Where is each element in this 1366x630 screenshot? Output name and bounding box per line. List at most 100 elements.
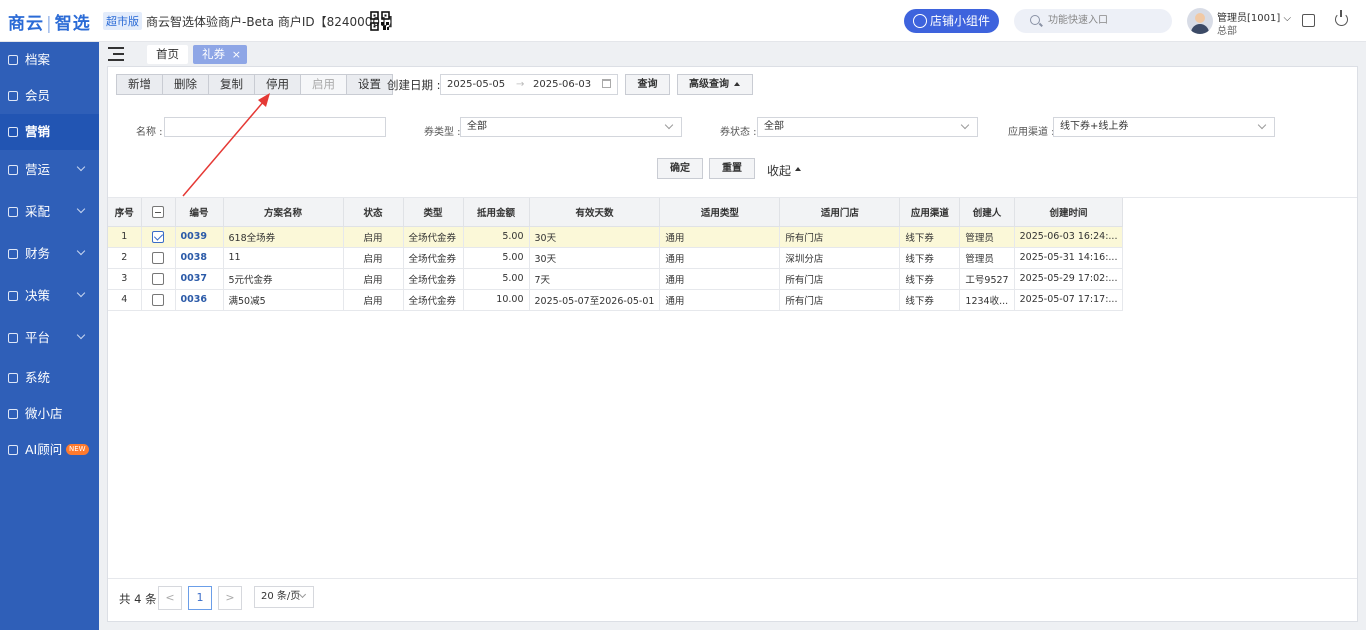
menu-icon [8,249,18,259]
coupon-type-value: 全部 [467,121,487,132]
main-panel: 新增 删除 复制 停用 启用 设置 创建日期 : 2025-05-05 → 20… [107,66,1358,622]
col-validity[interactable]: 有效天数 [529,198,661,227]
col-channel[interactable]: 应用渠道 [899,198,961,227]
row-checkbox[interactable] [152,293,164,306]
query-button[interactable]: 查询 [625,74,670,95]
logout-icon[interactable] [1335,10,1348,26]
cell-code: 0037 [175,268,224,290]
cell-name: 5元代金券 [223,268,344,290]
sidebar-item-4[interactable]: 采配 [0,194,99,230]
menu-toggle-icon[interactable] [108,47,124,61]
menu-icon [8,55,18,65]
channel-label: 应用渠道 : [1008,127,1055,138]
advanced-query-label: 高级查询 [689,79,729,90]
tab-coupon[interactable]: 礼券 × [193,45,247,64]
settings-button[interactable]: 设置 [347,75,392,94]
row-select-cell[interactable] [141,226,176,248]
advanced-query-button[interactable]: 高级查询 [677,74,753,95]
tab-home[interactable]: 首页 [147,45,188,64]
sidebar-item-6[interactable]: 决策 [0,278,99,314]
user-avatar[interactable] [1187,8,1213,34]
cell-created: 2025-05-29 17:02:... [1014,268,1124,290]
name-input[interactable] [164,117,386,137]
confirm-button[interactable]: 确定 [657,158,703,179]
menu-icon [8,291,18,301]
close-icon[interactable]: × [232,45,241,64]
row-select-cell[interactable] [141,268,176,290]
cell-type: 全场代金券 [403,247,464,269]
cell-status: 启用 [343,226,404,248]
caret-up-icon [734,82,740,86]
sidebar-item-0[interactable]: 档案 [0,42,99,78]
table-row[interactable]: 4 0036 满50减5 启用 全场代金券 10.00 2025-05-07至2026-05… [108,289,1124,311]
col-code[interactable]: 编号 [175,198,224,227]
sidebar-item-5[interactable]: 财务 [0,236,99,272]
col-created[interactable]: 创建时间 [1014,198,1124,227]
col-type[interactable]: 类型 [403,198,464,227]
cell-validity: 2025-05-07至2026-05-01 [529,289,661,311]
table-row[interactable]: 1 0039 618全场券 启用 全场代金券 5.00 30天 通用 所有门店 线下券 管理员 202… [108,226,1124,248]
col-select-all[interactable] [141,198,176,227]
disable-button[interactable]: 停用 [255,75,301,94]
sidebar-item-label: 营销 [25,124,51,139]
row-checkbox[interactable] [152,230,164,243]
date-end[interactable]: 2025-06-03 [533,75,591,94]
reset-button[interactable]: 重置 [709,158,755,179]
channel-select[interactable]: 线下券+线上券 [1053,117,1275,137]
action-toolbar: 新增 删除 复制 停用 启用 设置 [116,74,393,95]
col-apply-type[interactable]: 适用类型 [659,198,781,227]
table-row[interactable]: 3 0037 5元代金券 启用 全场代金券 5.00 7天 通用 所有门店 线下券 工号9527 20… [108,268,1124,290]
row-checkbox[interactable] [152,272,164,285]
row-select-cell[interactable] [141,289,176,311]
sidebar-item-3[interactable]: 营运 [0,152,99,188]
add-button[interactable]: 新增 [117,75,163,94]
page-1-button[interactable]: 1 [188,586,212,610]
shop-widget-button[interactable]: 店铺小组件 [904,9,999,33]
coupon-status-select[interactable]: 全部 [757,117,978,137]
cell-store: 所有门店 [779,226,901,248]
cell-seq: 4 [108,289,142,311]
select-all-checkbox[interactable] [152,205,164,218]
prev-page-button[interactable]: < [158,586,182,610]
name-label: 名称 : [136,127,163,138]
page-size-select[interactable]: 20 条/页 [254,586,314,608]
enable-button[interactable]: 启用 [301,75,347,94]
cell-status: 启用 [343,247,404,269]
quick-search-input[interactable]: 功能快速入口 [1014,9,1172,33]
delete-button[interactable]: 删除 [163,75,209,94]
cell-name: 618全场券 [223,226,344,248]
col-status[interactable]: 状态 [343,198,404,227]
cell-type: 全场代金券 [403,289,464,311]
sidebar-item-8[interactable]: 系统 [0,360,99,396]
menu-icon [8,165,18,175]
col-creator[interactable]: 创建人 [959,198,1015,227]
tab-strip: 首页 礼券 × [99,42,1366,66]
copy-button[interactable]: 复制 [209,75,255,94]
collapse-toggle[interactable]: 收起 [767,162,801,179]
sidebar-item-1[interactable]: 会员 [0,78,99,114]
cell-status: 启用 [343,289,404,311]
row-select-cell[interactable] [141,247,176,269]
qr-code-icon[interactable] [370,11,390,31]
row-checkbox[interactable] [152,251,164,264]
sidebar-item-2[interactable]: 营销 [0,114,99,150]
table-row[interactable]: 2 0038 11 启用 全场代金券 5.00 30天 通用 深圳分店 线下券 管理员 2025-05… [108,247,1124,269]
date-start[interactable]: 2025-05-05 [447,75,505,94]
sidebar-item-7[interactable]: 平台 [0,320,99,356]
coupon-type-select[interactable]: 全部 [460,117,682,137]
col-amount[interactable]: 抵用金额 [463,198,530,227]
brand-logo[interactable]: 商云 | 智选 [8,9,91,34]
sidebar-item-10[interactable]: AI顾问 NEW [0,432,99,468]
sidebar-item-label: 营运 [25,162,51,177]
cell-seq: 3 [108,268,142,290]
cell-channel: 线下券 [899,247,961,269]
quick-search-placeholder: 功能快速入口 [1048,15,1108,26]
cell-channel: 线下券 [899,289,961,311]
date-range-picker[interactable]: 2025-05-05 → 2025-06-03 [440,74,618,95]
next-page-button[interactable]: > [218,586,242,610]
col-name[interactable]: 方案名称 [223,198,344,227]
chevron-down-icon [76,204,86,214]
fullscreen-icon[interactable] [1302,14,1315,27]
col-store[interactable]: 适用门店 [779,198,901,227]
sidebar-item-9[interactable]: 微小店 [0,396,99,432]
